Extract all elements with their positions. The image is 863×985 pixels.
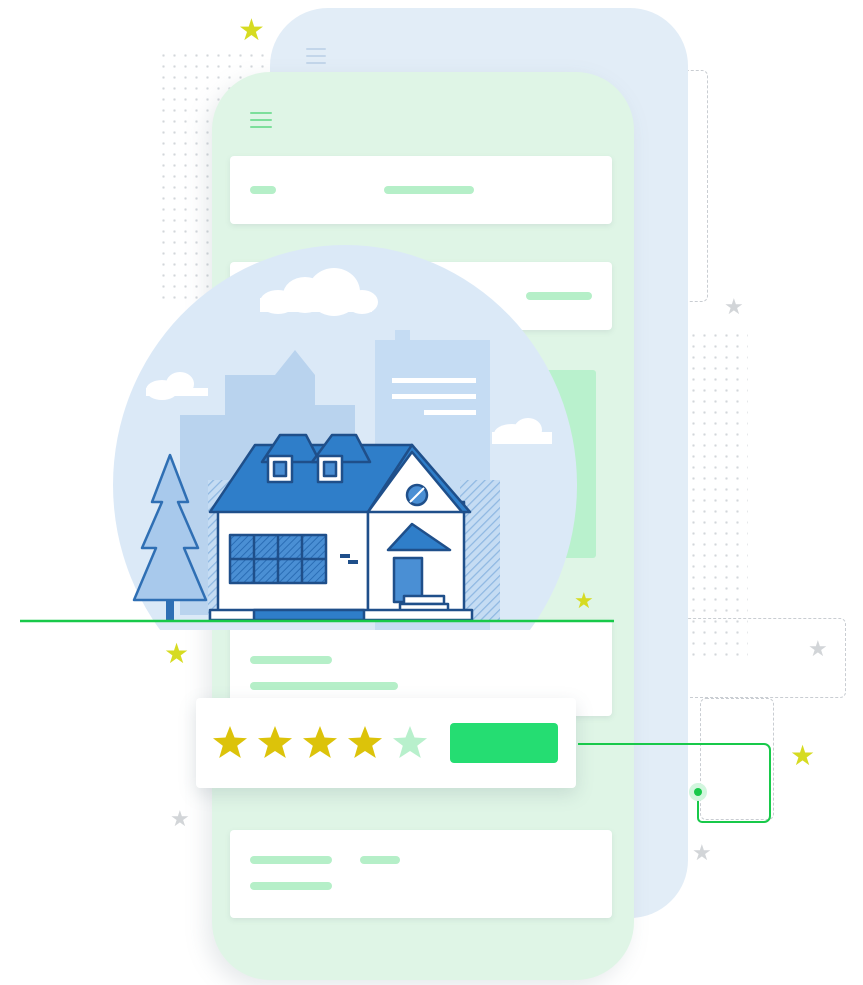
star-icon: ★ (808, 636, 828, 661)
list-card-4 (230, 830, 612, 918)
star-icon (303, 726, 337, 758)
star-icon: ★ (790, 740, 816, 771)
star-icon (348, 726, 382, 758)
star-icon: ★ (574, 588, 594, 613)
star-icon: ★ (164, 638, 190, 669)
menu-icon (306, 48, 326, 69)
house-illustration (20, 245, 614, 630)
star-icon: ★ (238, 14, 265, 47)
list-card-1 (230, 156, 612, 224)
star-icon: ★ (724, 294, 744, 319)
connector-line (578, 743, 771, 823)
star-icon: ★ (170, 806, 190, 831)
rating-card (196, 698, 576, 788)
submit-rating-button[interactable] (450, 723, 558, 763)
star-icon (258, 726, 292, 758)
star-icon (213, 726, 247, 758)
dot-pattern-right (688, 330, 748, 660)
menu-icon[interactable] (250, 112, 272, 133)
star-icon: ★ (692, 840, 712, 865)
star-icon (393, 726, 427, 758)
